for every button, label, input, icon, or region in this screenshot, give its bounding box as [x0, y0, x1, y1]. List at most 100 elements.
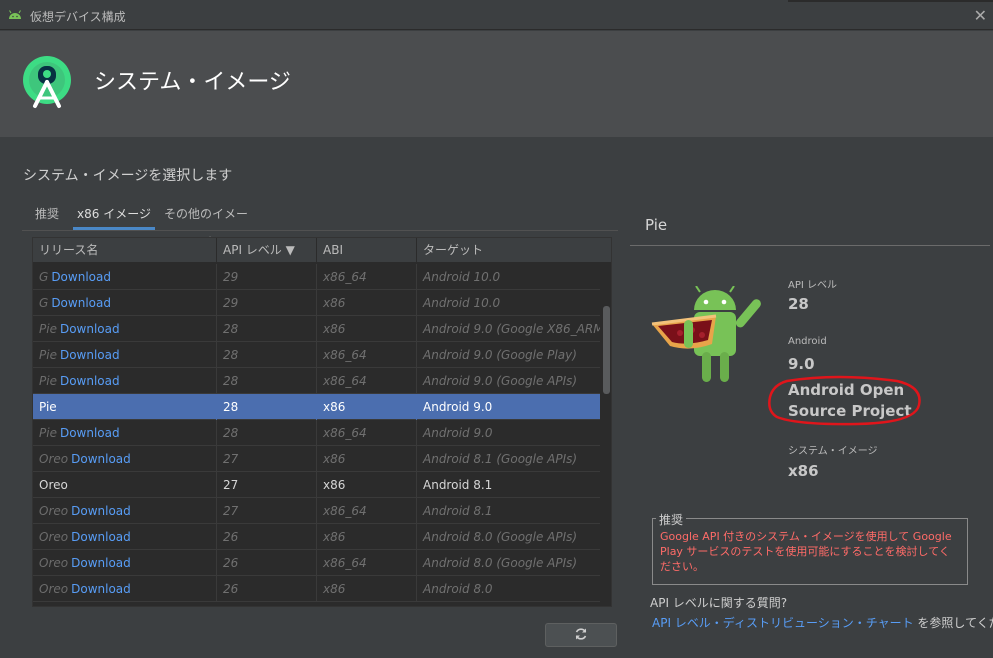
table-row[interactable]: Oreo Download 26 x86 Android 8.0 (Google API…	[33, 524, 600, 550]
table-row[interactable]: Oreo Download 27 x86 Android 8.1 (Google API…	[33, 446, 600, 472]
cell-target: Android 9.0	[423, 426, 493, 440]
refresh-button[interactable]	[545, 623, 617, 647]
download-link[interactable]: Download	[60, 348, 120, 362]
cell-target: Android 8.0	[423, 582, 493, 596]
cell-abi: x86	[317, 394, 417, 420]
cell-api-level: 26	[217, 550, 317, 576]
download-link[interactable]: Download	[60, 426, 120, 440]
table-row[interactable]: Pie Download 28 x86_64 Android 9.0 (Google A…	[33, 368, 600, 394]
titlebar-divider	[788, 0, 993, 2]
download-link[interactable]: Download	[71, 530, 131, 544]
column-release-name[interactable]: リリース名	[33, 238, 217, 263]
release-name-prefix: Pie	[39, 374, 57, 388]
cell-release-name: Pie Download	[33, 368, 217, 394]
window-titlebar: 仮想デバイス構成 ✕	[0, 0, 993, 30]
release-name-prefix: Pie	[39, 426, 57, 440]
release-name: Oreo	[39, 478, 68, 492]
api-level-value: 28	[788, 295, 809, 313]
download-link[interactable]: Download	[71, 556, 131, 570]
table-body: G Download 29 x86_64 Android 10.0 G Download 29…	[33, 264, 600, 602]
download-link[interactable]: Download	[71, 504, 131, 518]
cell-api-level: 27	[217, 498, 317, 524]
download-link[interactable]: Download	[60, 374, 120, 388]
download-link[interactable]: Download	[71, 452, 131, 466]
cell-target: Android 10.0	[423, 296, 501, 310]
cell-target: Android 8.1 (Google APIs)	[423, 452, 578, 466]
android-studio-logo-icon	[23, 56, 71, 108]
cell-abi: x86	[317, 524, 417, 550]
cell-release-name: Pie Download	[33, 316, 217, 342]
table-row[interactable]: G Download 29 x86 Android 10.0	[33, 290, 600, 316]
cell-abi: x86_64	[317, 498, 417, 524]
cell-abi: x86	[317, 446, 417, 472]
column-abi[interactable]: ABI	[317, 238, 417, 263]
release-name-prefix: G	[39, 296, 49, 310]
tab-recommended[interactable]: 推奨	[27, 200, 67, 230]
table-row[interactable]: G Download 29 x86_64 Android 10.0	[33, 264, 600, 290]
cell-release-name: Oreo Download	[33, 576, 217, 602]
cell-target: Android 8.0 (Google APIs)	[423, 556, 578, 570]
cell-abi: x86	[317, 576, 417, 602]
download-link[interactable]: Download	[51, 296, 111, 310]
red-circle-annotation	[768, 375, 921, 426]
scrollbar-thumb[interactable]	[603, 306, 610, 394]
cell-api-level: 28	[217, 316, 317, 342]
release-name-prefix: Pie	[39, 322, 57, 336]
table-row[interactable]: Pie Download 28 x86_64 Android 9.0 (Google P…	[33, 342, 600, 368]
cell-target: Android 9.0 (Google Play)	[423, 348, 577, 362]
cell-target: Android 10.0	[423, 270, 501, 284]
tab-other-images[interactable]: その他のイメージ	[161, 200, 251, 249]
cell-api-level: 28	[217, 394, 317, 420]
cell-release-name: Oreo Download	[33, 550, 217, 576]
recommendation-text: Google API 付きのシステム・イメージを使用して Google Play…	[660, 530, 952, 573]
cell-api-level: 27	[217, 446, 317, 472]
column-target[interactable]: ターゲット	[417, 238, 601, 263]
cell-abi: x86_64	[317, 368, 417, 394]
header-banner: システム・イメージ	[0, 31, 993, 137]
table-row[interactable]: Oreo Download 26 x86 Android 8.0	[33, 576, 600, 602]
cell-release-name: Oreo	[33, 472, 217, 498]
table-row[interactable]: Pie Download 28 x86 Android 9.0 (Google X86_…	[33, 316, 600, 342]
cell-release-name: Pie Download	[33, 342, 217, 368]
tab-x86-images[interactable]: x86 イメージ	[73, 200, 155, 230]
close-icon[interactable]: ✕	[974, 6, 987, 25]
android-label: Android	[788, 336, 827, 347]
cell-api-level: 26	[217, 524, 317, 550]
download-link[interactable]: Download	[51, 270, 111, 284]
column-api-level[interactable]: API レベル ▼	[217, 238, 317, 263]
table-scrollbar[interactable]	[600, 264, 611, 606]
table-row[interactable]: Oreo Download 26 x86_64 Android 8.0 (Google …	[33, 550, 600, 576]
table-row[interactable]: Pie 28 x86 Android 9.0	[33, 394, 600, 420]
system-image-label: システム・イメージ	[788, 446, 878, 457]
release-name-prefix: Oreo	[39, 582, 69, 596]
system-image-table: リリース名 API レベル ▼ ABI ターゲット G Download 29 x86…	[32, 237, 612, 607]
cell-api-level: 28	[217, 368, 317, 394]
cell-target: Android 8.1	[423, 504, 493, 518]
cell-target: Android 8.1	[423, 478, 493, 492]
release-name-prefix: Oreo	[39, 452, 69, 466]
recommendation-title: 推奨	[656, 511, 687, 528]
page-title: システム・イメージ	[94, 70, 291, 95]
api-distribution-chart-link[interactable]: API レベル・ディストリビューション・チャート	[652, 616, 914, 630]
system-image-value: x86	[788, 462, 819, 480]
cell-release-name: Pie	[33, 394, 217, 420]
release-name-prefix: Oreo	[39, 556, 69, 570]
cell-api-level: 28	[217, 342, 317, 368]
table-row[interactable]: Oreo 27 x86 Android 8.1	[33, 472, 600, 498]
api-distribution-line: API レベル・ディストリビューション・チャート を参照してください	[652, 614, 993, 631]
cell-abi: x86_64	[317, 342, 417, 368]
table-row[interactable]: Pie Download 28 x86_64 Android 9.0	[33, 420, 600, 446]
refresh-icon	[575, 628, 587, 640]
download-link[interactable]: Download	[60, 322, 120, 336]
cell-target: Android 9.0	[423, 400, 493, 414]
cell-release-name: Oreo Download	[33, 446, 217, 472]
release-name-prefix: Oreo	[39, 504, 69, 518]
cell-api-level: 28	[217, 420, 317, 446]
table-header: リリース名 API レベル ▼ ABI ターゲット	[33, 238, 611, 263]
table-row[interactable]: Oreo Download 27 x86_64 Android 8.1	[33, 498, 600, 524]
window-title: 仮想デバイス構成	[30, 10, 126, 24]
download-link[interactable]: Download	[71, 582, 131, 596]
api-level-question: API レベルに関する質問?	[650, 596, 788, 610]
android-pie-illustration-icon	[651, 286, 761, 382]
cell-api-level: 27	[217, 472, 317, 498]
